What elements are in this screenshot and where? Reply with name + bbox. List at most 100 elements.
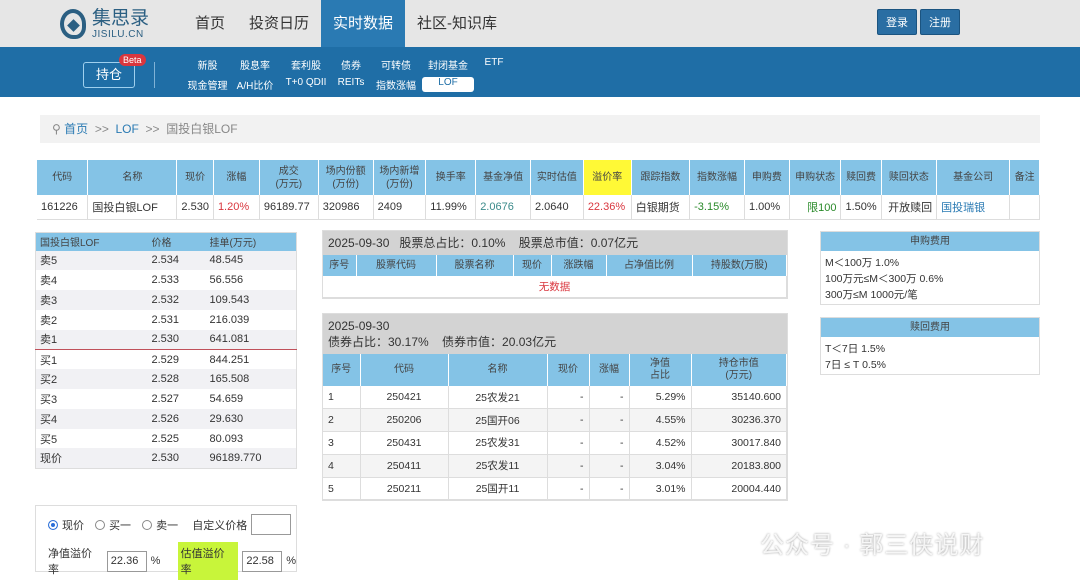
table-cell: 2.528 bbox=[147, 369, 206, 390]
table-cell: 买5 bbox=[40, 433, 58, 446]
order-book-row: 买3 2.527 54.659 bbox=[36, 389, 297, 409]
column-header[interactable]: 申购费 bbox=[744, 160, 790, 195]
column-header[interactable]: 现价 bbox=[547, 354, 590, 386]
table-cell: - bbox=[589, 477, 630, 501]
table-cell[interactable]: 国投瑞银 bbox=[936, 195, 1011, 220]
table-cell: 25农发31 bbox=[448, 431, 548, 455]
column-header[interactable]: 跟踪指数 bbox=[631, 160, 691, 195]
table-cell: 29.630 bbox=[205, 408, 297, 429]
subnav-link[interactable]: 现金管理 bbox=[185, 77, 230, 92]
table-cell: 56.556 bbox=[209, 274, 244, 287]
table-cell: 4 bbox=[323, 454, 361, 478]
breadcrumb-home[interactable]: 首页 bbox=[64, 122, 88, 136]
column-header[interactable]: 序号 bbox=[323, 354, 361, 386]
table-cell[interactable]: 国投白银LOF bbox=[87, 195, 178, 220]
table-cell: 54.659 bbox=[209, 392, 244, 405]
column-header[interactable]: 成交 (万元) bbox=[259, 160, 319, 195]
nav-realtime-data[interactable]: 实时数据 bbox=[321, 0, 406, 47]
table-cell: 2.531 bbox=[151, 313, 180, 326]
column-header[interactable]: 实时估值 bbox=[530, 160, 584, 195]
column-header[interactable]: 代码 bbox=[360, 354, 449, 386]
subnav-link[interactable]: A/H比价 bbox=[230, 77, 280, 92]
column-header[interactable]: 代码 bbox=[37, 160, 89, 195]
subnav-link[interactable]: 债券 bbox=[332, 57, 370, 72]
column-header[interactable]: 场内新增 (万份) bbox=[373, 160, 427, 195]
column-header[interactable]: 换手率 bbox=[425, 160, 477, 195]
column-header[interactable]: 名称 bbox=[87, 160, 178, 195]
column-header[interactable]: 赎回费 bbox=[840, 160, 882, 195]
column-header[interactable]: 场内份额 (万份) bbox=[318, 160, 374, 195]
table-cell: 11.99% bbox=[425, 195, 477, 220]
subnav-link[interactable]: 可转债 bbox=[370, 57, 422, 72]
column-header[interactable]: 申购状态 bbox=[789, 160, 842, 195]
table-cell: - bbox=[547, 454, 590, 478]
subnav-link[interactable]: LOF bbox=[422, 77, 474, 92]
subnav-link[interactable]: REITs bbox=[332, 77, 370, 92]
column-header[interactable]: 溢价率 bbox=[583, 160, 632, 195]
radio-buy1[interactable] bbox=[95, 519, 106, 530]
table-cell: 20183.800 bbox=[691, 454, 787, 478]
breadcrumb: ⚲ 首页 >> LOF >> 国投白银LOF bbox=[40, 115, 1040, 143]
column-header[interactable]: 涨幅 bbox=[213, 160, 260, 195]
nav-premium-input[interactable]: 22.36 bbox=[106, 550, 147, 572]
login-button[interactable]: 登录 bbox=[877, 9, 917, 35]
order-book-row: 卖4 2.533 56.556 bbox=[36, 270, 297, 290]
table-row: 3 250431 25农发31- -4.52% 30017.840 bbox=[323, 431, 787, 455]
percent-label: % bbox=[286, 555, 297, 567]
column-header[interactable]: 基金公司 bbox=[936, 160, 1011, 195]
custom-price-input[interactable] bbox=[251, 514, 292, 535]
subnav-link[interactable]: 指数涨幅 bbox=[370, 77, 422, 92]
nav-home[interactable]: 首页 bbox=[183, 0, 237, 47]
order-book: 国投白银LOF 价格 挂单(万元) 卖5 2.534 48.545 卖4 2.533 56.55… bbox=[35, 232, 297, 469]
radio-sell1[interactable] bbox=[142, 519, 153, 530]
column-header[interactable]: 涨幅 bbox=[589, 354, 630, 386]
column-header[interactable]: 现价 bbox=[513, 255, 552, 276]
table-cell: 3.04% bbox=[629, 454, 692, 478]
column-header[interactable]: 涨跌幅 bbox=[551, 255, 607, 276]
top-bar: 集思录 JISILU.CN 首页 投资日历 实时数据 社区-知识库 登录 注册 bbox=[0, 0, 1080, 47]
column-header[interactable]: 基金净值 bbox=[475, 160, 531, 195]
breadcrumb-lof[interactable]: LOF bbox=[116, 122, 139, 136]
location-icon: ⚲ bbox=[52, 122, 65, 136]
table-cell: 卖2 bbox=[40, 314, 58, 327]
column-header[interactable]: 序号 bbox=[323, 255, 357, 276]
column-header[interactable]: 现价 bbox=[176, 160, 214, 195]
fund-summary-table: 代码 名称 现价 涨幅 成交 (万元) 场内份额 (万份) 场内新增 (万份) 换手率 基金净值… bbox=[37, 160, 1040, 220]
nav-community[interactable]: 社区-知识库 bbox=[405, 0, 509, 47]
column-header[interactable]: 股票名称 bbox=[436, 255, 514, 276]
radio-current-price[interactable] bbox=[48, 519, 58, 530]
beta-badge: Beta bbox=[119, 54, 146, 66]
column-header[interactable]: 持仓市值 (万元) bbox=[691, 354, 787, 386]
column-header[interactable]: 持股数(万股) bbox=[692, 255, 787, 276]
subnav-link[interactable]: 股息率 bbox=[230, 57, 280, 72]
sub-nav: 持仓 Beta 新股 股息率 套利股 债券 可转债 封闭基金 ETF 现金管理 A/H比价 T+0… bbox=[0, 47, 1080, 97]
table-cell: 1.20% bbox=[213, 195, 260, 220]
table-cell: - bbox=[547, 477, 590, 501]
bond-summary: 债券占比：30.17% 债券市值：20.03亿元 bbox=[328, 335, 557, 349]
subnav-link[interactable]: 新股 bbox=[185, 57, 230, 72]
order-book-row: 买2 2.528 165.508 bbox=[35, 369, 297, 390]
column-header[interactable]: 指数涨幅 bbox=[689, 160, 745, 195]
subscription-fee-title: 申购费用 bbox=[821, 232, 1039, 251]
column-header[interactable]: 赎回状态 bbox=[881, 160, 938, 195]
table-cell: 现价 bbox=[35, 448, 148, 469]
column-header[interactable]: 净值 占比 bbox=[629, 354, 692, 386]
column-header[interactable]: 占净值比例 bbox=[606, 255, 693, 276]
subnav-link[interactable]: T+0 QDII bbox=[280, 77, 332, 92]
column-header[interactable]: 名称 bbox=[448, 354, 548, 386]
logo[interactable]: 集思录 JISILU.CN bbox=[60, 6, 149, 42]
radio-label: 现价 bbox=[62, 519, 84, 532]
column-header[interactable]: 备注 bbox=[1009, 160, 1040, 195]
register-button[interactable]: 注册 bbox=[920, 9, 960, 35]
est-premium-input[interactable]: 22.58 bbox=[242, 550, 283, 572]
nav-calendar[interactable]: 投资日历 bbox=[237, 0, 321, 47]
subnav-link[interactable]: ETF bbox=[474, 57, 514, 72]
order-book-row: 卖2 2.531 216.039 bbox=[36, 310, 297, 330]
column-header[interactable]: 股票代码 bbox=[356, 255, 437, 276]
subnav-link[interactable]: 封闭基金 bbox=[422, 57, 474, 72]
table-cell: 2.527 bbox=[151, 392, 180, 405]
table-cell: 35140.600 bbox=[691, 386, 787, 410]
subnav-link[interactable]: 套利股 bbox=[280, 57, 332, 72]
table-row: 161226 国投白银LOF 2.530 1.20% 96189.77 320986 240… bbox=[37, 195, 1040, 220]
table-cell: 250421 bbox=[360, 386, 449, 410]
